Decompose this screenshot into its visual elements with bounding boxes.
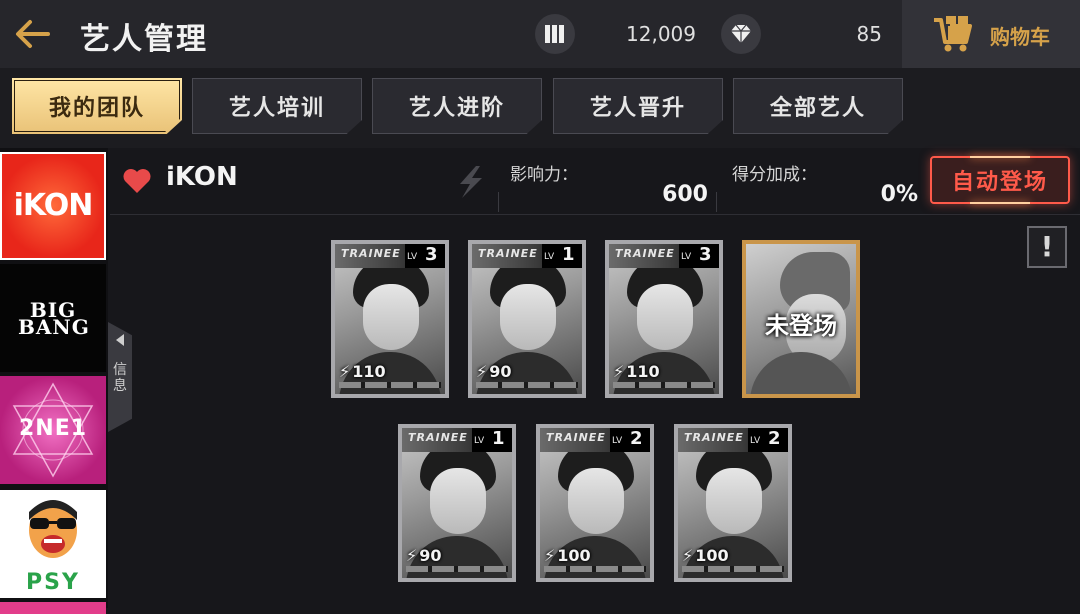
- lightning-icon: ⚡: [476, 362, 488, 381]
- sidebar-item-2ne1[interactable]: 2NE1: [0, 376, 106, 484]
- level-value: 1: [562, 244, 575, 265]
- currency1-value: 12,009: [626, 22, 696, 46]
- tab-my-team[interactable]: 我的团队: [12, 78, 182, 134]
- level-badge: LV 2: [610, 428, 650, 452]
- info-button[interactable]: !: [1027, 226, 1067, 268]
- level-badge: LV 3: [405, 244, 445, 268]
- power-stat: ⚡ 90: [406, 546, 442, 565]
- exp-bar: [544, 566, 646, 572]
- power-stat: ⚡ 110: [339, 362, 386, 381]
- sidebar-item-bigbang[interactable]: BIG BANG: [0, 264, 106, 372]
- lightning-icon: ⚡: [613, 362, 625, 381]
- power-stat: ⚡ 100: [544, 546, 591, 565]
- cart-button[interactable]: 购物车: [902, 0, 1080, 68]
- member-card[interactable]: TRAINEE LV 2 ⚡ 100: [536, 424, 654, 582]
- exp-bar: [406, 566, 508, 572]
- exp-bar: [613, 382, 715, 388]
- level-value: 2: [768, 428, 781, 449]
- sidebar-item-more[interactable]: [0, 602, 106, 614]
- member-card[interactable]: TRAINEE LV 3 ⚡ 110: [331, 240, 449, 398]
- sidebar-item-ikon[interactable]: iKON: [0, 152, 106, 260]
- group-sidebar: iKON BIG BANG 2NE1 PSY: [0, 148, 108, 614]
- level-badge: LV 1: [542, 244, 582, 268]
- tab-training[interactable]: 艺人培训: [192, 78, 362, 134]
- lightning-icon: ⚡: [339, 362, 351, 381]
- tab-label: 艺人晋升: [589, 96, 686, 121]
- power-stat: ⚡ 100: [682, 546, 729, 565]
- member-card[interactable]: TRAINEE LV 1 ⚡ 90: [398, 424, 516, 582]
- empty-slot-card[interactable]: 未登场: [742, 240, 860, 398]
- level-value: 2: [630, 428, 643, 449]
- group-name: iKON: [166, 162, 238, 192]
- back-arrow-icon: [16, 20, 50, 48]
- level-value: 1: [492, 428, 505, 449]
- member-card[interactable]: TRAINEE LV 1 ⚡ 90: [468, 240, 586, 398]
- tab-label: 全部艺人: [769, 96, 866, 121]
- influence-label: 影响力：: [510, 165, 578, 185]
- group-logo-ikon: iKON: [13, 188, 94, 223]
- bonus-label: 得分加成：: [732, 165, 817, 185]
- page-title: 艺人管理: [80, 22, 208, 57]
- tab-all-artists[interactable]: 全部艺人: [733, 78, 903, 134]
- sidebar-collapse-tab[interactable]: 信息: [108, 322, 132, 432]
- divider: [498, 192, 499, 212]
- arrow-left-icon: [116, 334, 124, 346]
- psy-face-icon: [29, 500, 77, 558]
- tab-label: 艺人培训: [228, 96, 325, 121]
- bars-icon: [535, 14, 575, 54]
- lightning-icon: [460, 166, 482, 198]
- cart-label: 购物车: [990, 25, 1050, 49]
- level-value: 3: [425, 244, 438, 265]
- level-badge: LV 1: [472, 428, 512, 452]
- collapse-label: 信息: [113, 362, 127, 394]
- level-badge: LV 3: [679, 244, 719, 268]
- not-deployed-label: 未登场: [765, 312, 837, 340]
- influence-value: 600: [662, 182, 708, 207]
- member-card[interactable]: TRAINEE LV 3 ⚡ 110: [605, 240, 723, 398]
- lightning-icon: ⚡: [544, 546, 556, 565]
- sidebar-item-psy[interactable]: PSY: [0, 490, 106, 598]
- group-logo-psy: PSY: [26, 570, 80, 595]
- lightning-icon: ⚡: [682, 546, 694, 565]
- cart-icon: [934, 16, 972, 52]
- tab-promotion[interactable]: 艺人晋升: [553, 78, 723, 134]
- lightning-icon: ⚡: [406, 546, 418, 565]
- power-stat: ⚡ 110: [613, 362, 660, 381]
- heart-icon: [123, 169, 151, 193]
- exp-bar: [339, 382, 441, 388]
- level-badge: LV 2: [748, 428, 788, 452]
- back-button[interactable]: [12, 16, 52, 52]
- bonus-value: 0%: [880, 182, 918, 207]
- member-card[interactable]: TRAINEE LV 2 ⚡ 100: [674, 424, 792, 582]
- currency2-value: 85: [856, 22, 882, 46]
- tab-label: 艺人进阶: [408, 96, 505, 121]
- exp-bar: [682, 566, 784, 572]
- power-stat: ⚡ 90: [476, 362, 512, 381]
- auto-deploy-button[interactable]: 自动登场: [930, 156, 1070, 204]
- tab-bar: 我的团队 艺人培训 艺人进阶 艺人晋升 全部艺人: [0, 68, 1080, 148]
- divider: [716, 192, 717, 212]
- diamond-icon: [721, 14, 761, 54]
- level-value: 3: [699, 244, 712, 265]
- tab-label: 我的团队: [48, 96, 145, 121]
- exp-bar: [476, 382, 578, 388]
- group-logo-2ne1: 2NE1: [18, 416, 88, 441]
- top-bar: 艺人管理 12,009 85 购物车: [0, 0, 1080, 68]
- tab-advance[interactable]: 艺人进阶: [372, 78, 542, 134]
- group-logo-bigbang: BIG BANG: [18, 298, 90, 339]
